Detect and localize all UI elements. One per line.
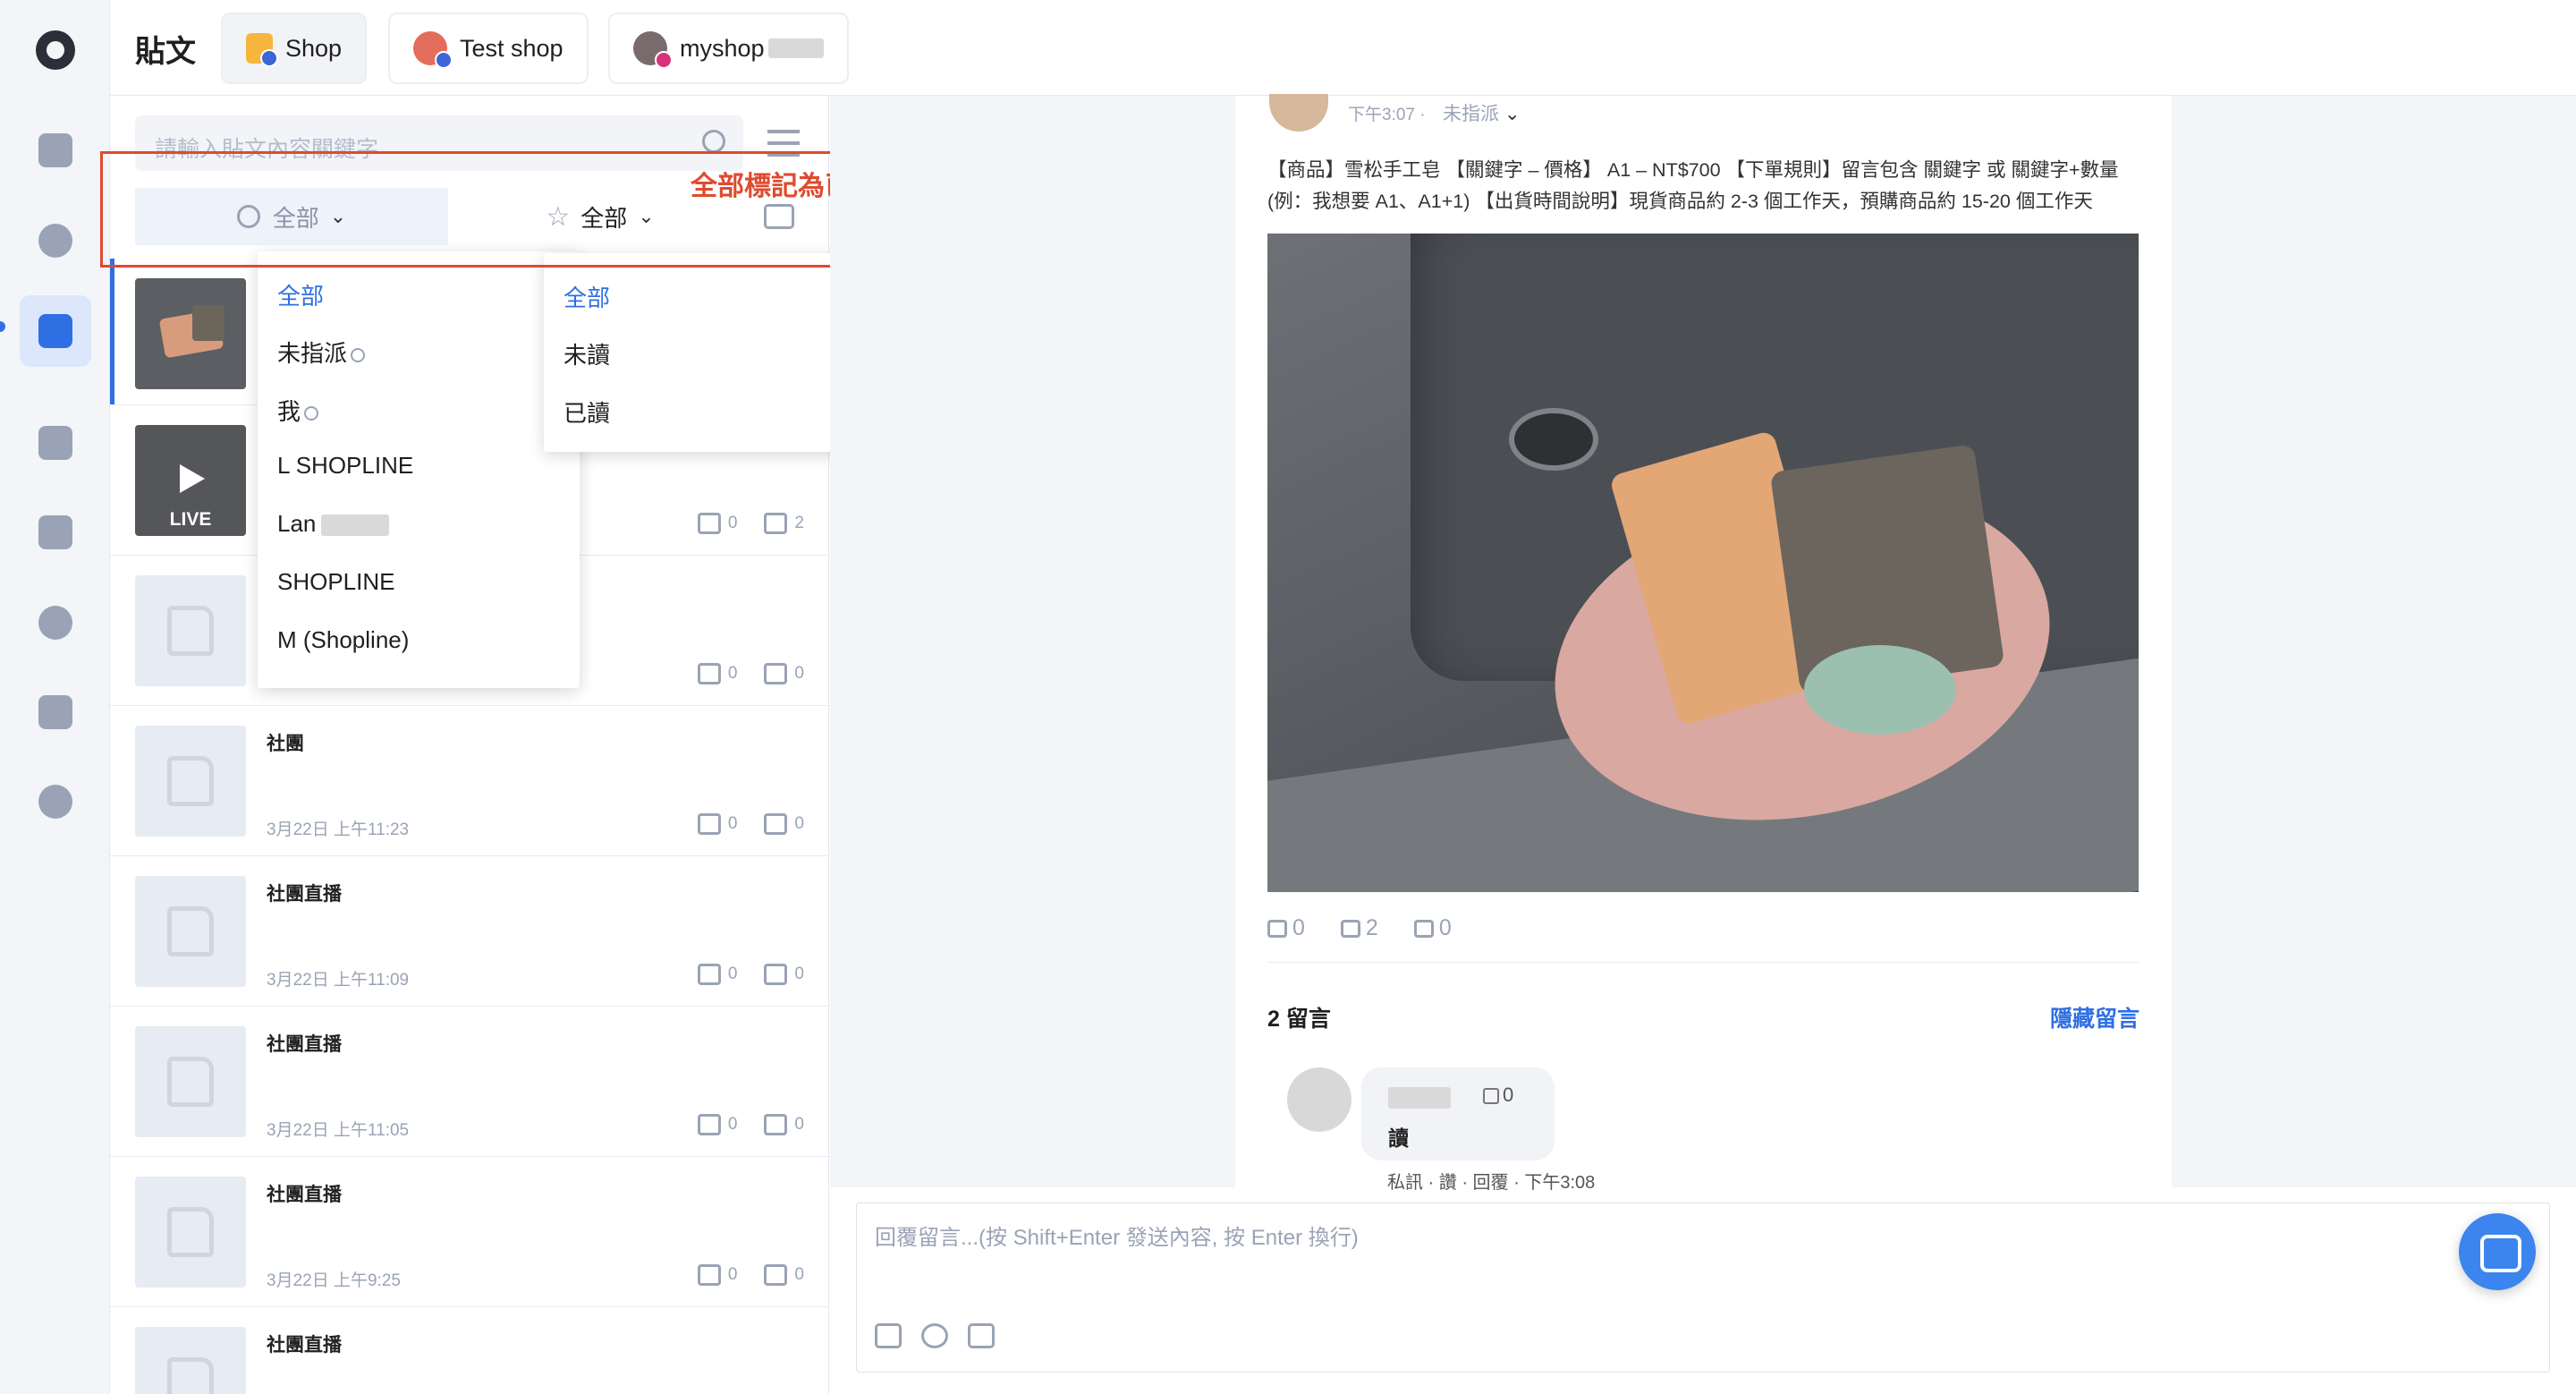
- active-indicator: [0, 321, 5, 332]
- assignee-option-l-shopline[interactable]: L SHOPLINE: [277, 452, 413, 480]
- redacted-name: [321, 514, 390, 537]
- post-description: 【商品】雪松手工皂 【關鍵字 – 價格】 A1 – NT$700 【下單規則】留…: [1267, 159, 2119, 212]
- like-icon: [1267, 920, 1287, 939]
- like-icon: [697, 1114, 721, 1135]
- like-icon: [697, 663, 721, 684]
- post-thumbnail: [135, 575, 246, 686]
- post-thumbnail: [135, 726, 246, 837]
- contacts-icon[interactable]: [20, 587, 91, 659]
- like-icon: [697, 1264, 721, 1286]
- like-placeholder-icon: [167, 606, 214, 656]
- redacted-name: [1388, 1087, 1451, 1109]
- play-icon: [180, 464, 205, 493]
- comment-count: 2 留言: [1267, 1007, 1331, 1032]
- page-title: 貼文: [135, 35, 196, 69]
- search-icon[interactable]: [702, 130, 725, 153]
- chat-icon[interactable]: [20, 205, 91, 276]
- comment-icon: [764, 1264, 788, 1286]
- chevron-down-icon: ⌄: [1504, 104, 1521, 124]
- post-thumbnail: [135, 1177, 246, 1288]
- post-thumbnail: [135, 278, 246, 389]
- comment-icon: [1340, 920, 1360, 939]
- comment-icon: [764, 513, 788, 534]
- post-thumbnail: [135, 1327, 246, 1394]
- list-item[interactable]: 社團直播 3月22日 上午9:25 0 0: [110, 1157, 828, 1307]
- read-option-read[interactable]: 已讀: [564, 395, 610, 429]
- share-icon: [1413, 920, 1434, 939]
- live-thumbnail: LIVE: [135, 425, 246, 536]
- post-thumbnail: [135, 1026, 246, 1137]
- broadcast-icon[interactable]: [20, 407, 91, 479]
- like-icon: [697, 513, 721, 534]
- chat-support-button[interactable]: [2459, 1213, 2536, 1290]
- image-icon[interactable]: [968, 1323, 995, 1348]
- comment-icon: [764, 1114, 788, 1135]
- emoji-icon[interactable]: [921, 1323, 948, 1348]
- shop-icon: [246, 33, 278, 67]
- comment-icon: [764, 964, 788, 985]
- assignee-option-me[interactable]: 我: [277, 394, 319, 427]
- top-bar: 貼文 Shop Test shop myshop: [110, 0, 2576, 96]
- read-option-unread[interactable]: 未讀: [564, 337, 610, 370]
- assignee-dropdown: 全部 未指派 我 L SHOPLINE Lan SHOPLINE M (Shop…: [258, 251, 580, 688]
- bot-icon[interactable]: [20, 497, 91, 568]
- comment-actions[interactable]: 私訊 · 讚 · 回覆 · 下午3:08: [1387, 1168, 1595, 1194]
- app-logo-icon[interactable]: [36, 30, 75, 70]
- posts-icon[interactable]: [20, 295, 91, 367]
- assignee-option-shopline[interactable]: SHOPLINE: [277, 568, 395, 596]
- mail-icon[interactable]: [20, 115, 91, 186]
- user-icon: [351, 348, 366, 363]
- assignee-option-lan[interactable]: Lan: [277, 510, 390, 538]
- redacted-name: [767, 38, 824, 58]
- list-item[interactable]: 社團直播: [110, 1307, 828, 1394]
- divider: [1267, 962, 2139, 963]
- list-item[interactable]: 社團直播 3月22日 上午11:09 0 0: [110, 856, 828, 1007]
- tab-test-shop[interactable]: Test shop: [388, 13, 589, 84]
- like-icon: [697, 964, 721, 985]
- like-placeholder-icon: [167, 756, 214, 806]
- instagram-avatar: [633, 31, 673, 69]
- list-item[interactable]: 社團直播 3月22日 上午11:05 0 0: [110, 1007, 828, 1157]
- message-template-icon[interactable]: [875, 1323, 902, 1348]
- facebook-page-avatar: [413, 31, 453, 69]
- tab-shop[interactable]: Shop: [221, 13, 368, 84]
- avatar: [1287, 1067, 1352, 1132]
- assignee-option-all[interactable]: 全部: [277, 278, 324, 311]
- more-icon[interactable]: [20, 766, 91, 837]
- list-item[interactable]: 社團 3月22日 上午11:23 0 0: [110, 706, 828, 856]
- post-image: [1267, 234, 2139, 892]
- like-icon: [697, 813, 721, 835]
- user-icon: [304, 406, 319, 421]
- comment-bubble: 0 讀: [1361, 1067, 1555, 1160]
- read-status-dropdown: 全部 未讀 已讀: [544, 253, 868, 452]
- assignee-option-m-shopline[interactable]: M (Shopline): [277, 626, 409, 654]
- tab-myshop[interactable]: myshop: [608, 13, 849, 84]
- comment-icon: [764, 813, 788, 835]
- read-option-all[interactable]: 全部: [564, 280, 610, 313]
- like-placeholder-icon: [167, 1357, 214, 1394]
- tags-icon[interactable]: [20, 676, 91, 748]
- reply-input[interactable]: 回覆留言...(按 Shift+Enter 發送內容, 按 Enter 換行): [856, 1203, 2550, 1373]
- hide-comments-button[interactable]: 隱藏留言: [2050, 1001, 2140, 1033]
- assignee-option-unassigned[interactable]: 未指派: [277, 336, 366, 369]
- like-placeholder-icon: [167, 1057, 214, 1107]
- sidebar-rail: [0, 0, 110, 1394]
- avatar: [1269, 94, 1328, 132]
- comment-icon: [764, 663, 788, 684]
- like-placeholder-icon: [167, 906, 214, 956]
- post-detail-card: 下午3:07 · 未指派 ⌄ 【商品】雪松手工皂 【關鍵字 – 價格】 A1 –…: [1235, 94, 2172, 1193]
- post-reactions: 0 2 0: [1267, 915, 1452, 941]
- post-thumbnail: [135, 876, 246, 987]
- like-icon: [1483, 1088, 1499, 1105]
- like-placeholder-icon: [167, 1207, 214, 1257]
- assignee-select[interactable]: 未指派 ⌄: [1443, 99, 1520, 126]
